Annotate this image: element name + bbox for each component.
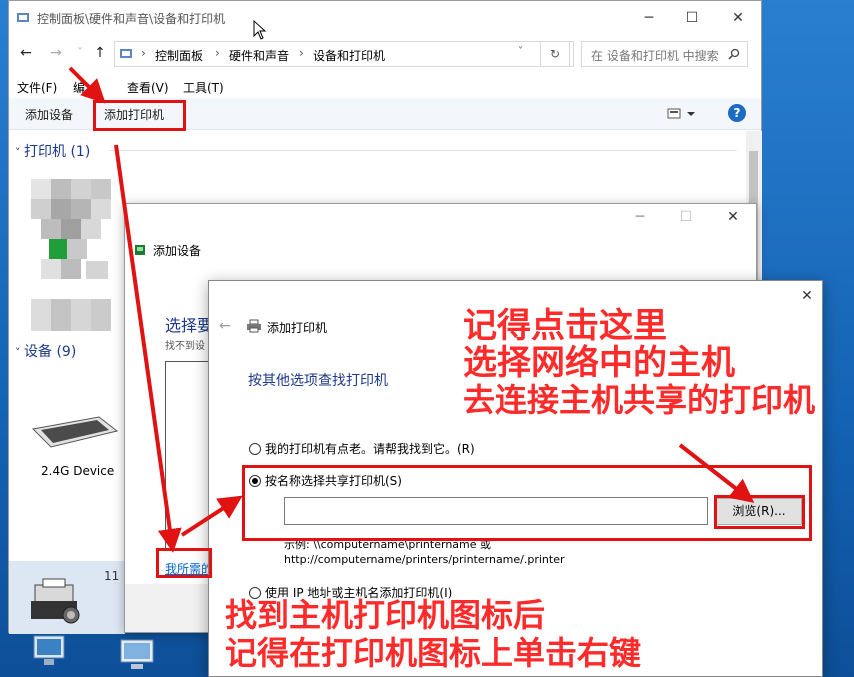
annotation-top-line-3: 去连接主机共享的打印机 [463, 381, 816, 419]
annotation-top: 记得点击这里 选择网络中的主机 去连接主机共享的打印机 [463, 308, 815, 419]
annotation-bottom: 找到主机打印机图标后 记得在打印机图标上单击右键 [225, 596, 641, 672]
mouse-cursor-icon [253, 20, 267, 40]
annotation-bottom-line-2: 记得在打印机图标上单击右键 [225, 634, 642, 672]
annotation-top-line-2: 选择网络中的主机 [463, 343, 735, 383]
annotation-top-line-1: 记得点击这里 [463, 306, 667, 346]
arrow-to-shared-option [180, 495, 243, 537]
arrow-to-add-printer [68, 66, 106, 104]
annotation-bottom-line-1: 找到主机打印机图标后 [225, 596, 546, 634]
arrow-to-browse [678, 443, 755, 503]
arrow-to-link [114, 144, 182, 553]
